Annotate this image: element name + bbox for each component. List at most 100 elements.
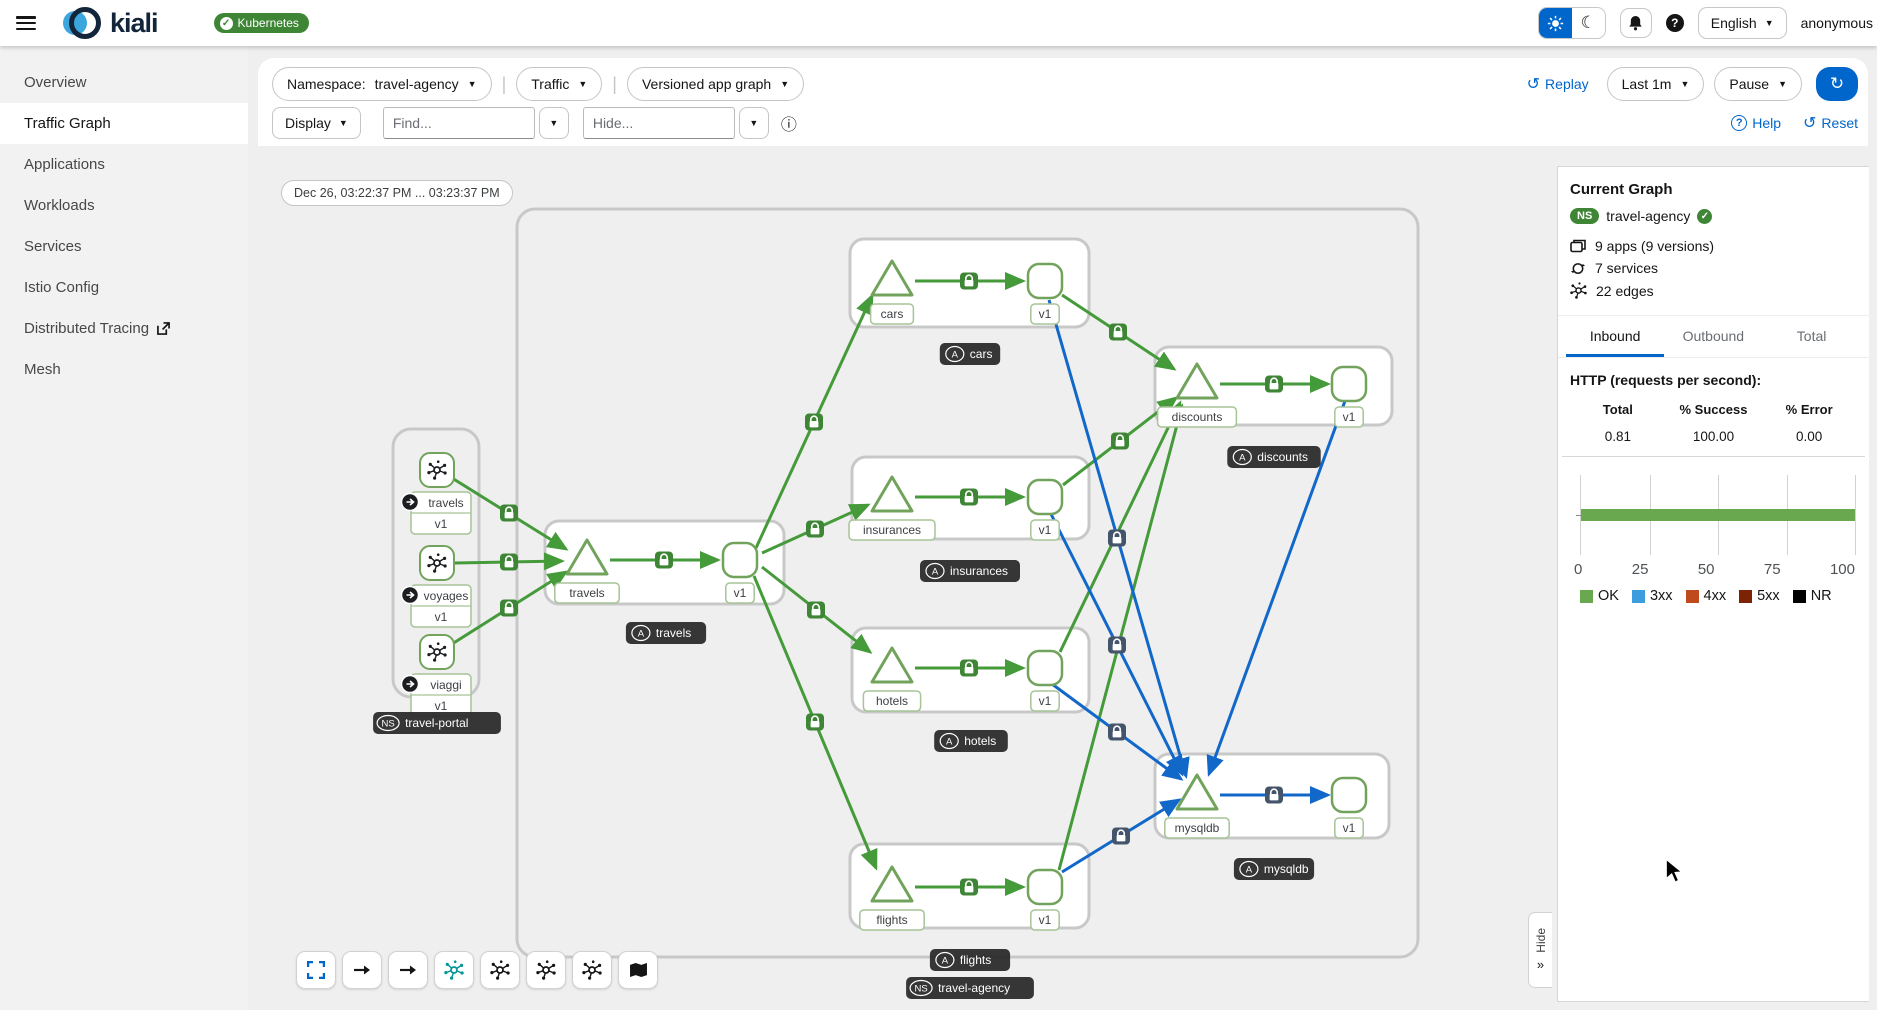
- dark-theme-button[interactable]: ☾: [1572, 8, 1605, 38]
- sidebar-item-traffic-graph[interactable]: Traffic Graph: [0, 103, 248, 144]
- tab-total[interactable]: Total: [1762, 316, 1860, 357]
- find-input[interactable]: [383, 107, 535, 139]
- reset-button[interactable]: ↺ Reset: [1803, 113, 1858, 133]
- display-label: Display: [285, 115, 331, 131]
- help-icon[interactable]: ?: [1666, 14, 1684, 32]
- chevron-down-icon: ▼: [1778, 79, 1787, 89]
- arrow-right-button[interactable]: [388, 951, 428, 989]
- divider: |: [612, 74, 617, 95]
- light-theme-button[interactable]: [1539, 8, 1572, 38]
- divider: |: [502, 74, 507, 95]
- summary-panel: Current Graph NS travel-agency ✓ 9 apps …: [1557, 166, 1869, 1002]
- hide-input[interactable]: [583, 107, 735, 139]
- refresh-icon: ↻: [1830, 74, 1844, 94]
- health-ok-icon: ✓: [1697, 209, 1712, 224]
- reset-icon: ↺: [1803, 113, 1816, 133]
- interval-value: Last 1m: [1622, 76, 1672, 92]
- map-button[interactable]: [618, 951, 658, 989]
- stat-text: 22 edges: [1596, 283, 1654, 299]
- legend-item-ok: OK: [1580, 588, 1619, 604]
- legend-label: 4xx: [1704, 588, 1727, 604]
- sidebar-item-mesh[interactable]: Mesh: [0, 349, 248, 390]
- fit-view-icon: [307, 961, 325, 979]
- find-options-button[interactable]: ▼: [539, 107, 569, 139]
- chevron-down-icon: ▼: [780, 79, 789, 89]
- sidebar-item-label: Applications: [24, 156, 105, 173]
- legend-label: 5xx: [1757, 588, 1780, 604]
- kiali-logo-icon: [60, 5, 104, 41]
- legend-label: NR: [1811, 588, 1832, 604]
- stat-text: 7 services: [1595, 260, 1658, 276]
- display-dropdown[interactable]: Display ▼: [272, 107, 361, 139]
- chevron-down-icon: ▼: [339, 118, 348, 128]
- refresh-mode-dropdown[interactable]: Pause ▼: [1714, 67, 1802, 101]
- fit-view-button[interactable]: [296, 951, 336, 989]
- sidebar-item-label: Distributed Tracing: [24, 320, 149, 337]
- graph-toolbar-card: Namespace: travel-agency ▼ | Traffic ▼ |…: [258, 58, 1868, 146]
- sun-icon: [1547, 15, 1564, 32]
- x-tick-label: 50: [1698, 561, 1715, 578]
- sidebar-item-distributed-tracing[interactable]: Distributed Tracing: [0, 308, 248, 349]
- legend-label: OK: [1598, 588, 1619, 604]
- http-rate-table: Total% Success% Error0.81100.000.00: [1562, 392, 1865, 457]
- graph-layout-button[interactable]: [480, 951, 520, 989]
- reset-label: Reset: [1821, 115, 1858, 131]
- interval-dropdown[interactable]: Last 1m ▼: [1607, 67, 1705, 101]
- edges-icon: [1570, 282, 1587, 299]
- refresh-button[interactable]: ↻: [1816, 67, 1858, 101]
- rate-value: 0.81: [1570, 429, 1666, 444]
- graph-type-dropdown[interactable]: Versioned app graph ▼: [627, 67, 804, 101]
- legend-swatch: [1739, 590, 1752, 603]
- help-label: Help: [1752, 115, 1781, 131]
- graph-help-button[interactable]: ? Help: [1731, 115, 1781, 131]
- info-icon[interactable]: ⓘ: [781, 111, 797, 135]
- check-icon: ✓: [220, 17, 233, 30]
- language-value: English: [1711, 15, 1757, 31]
- status-chart: 0255075100 OK3xx4xx5xxNR: [1558, 457, 1869, 604]
- status-chart-plot: [1580, 475, 1855, 555]
- double-chevron-right-icon: »: [1537, 957, 1544, 972]
- namespace-label: Namespace:: [287, 76, 366, 92]
- rate-col-header: % Success: [1666, 396, 1762, 429]
- graph-layout-button[interactable]: [572, 951, 612, 989]
- hamburger-menu-icon[interactable]: [16, 16, 36, 30]
- hide-options-button[interactable]: ▼: [739, 107, 769, 139]
- hide-panel-tab[interactable]: Hide »: [1528, 912, 1552, 988]
- sidebar-item-applications[interactable]: Applications: [0, 144, 248, 185]
- tab-inbound[interactable]: Inbound: [1566, 316, 1664, 357]
- sidebar: OverviewTraffic Graph Applications Workloa…: [0, 46, 248, 1010]
- tab-outbound[interactable]: Outbound: [1664, 316, 1762, 357]
- language-select[interactable]: English ▼: [1698, 7, 1787, 39]
- traffic-label: Traffic: [531, 76, 569, 92]
- legend-item-nr: NR: [1793, 588, 1832, 604]
- chevron-down-icon: ▼: [578, 79, 587, 89]
- sidebar-item-services[interactable]: Services: [0, 226, 248, 267]
- arrow-right-button[interactable]: [342, 951, 382, 989]
- namespace-dropdown[interactable]: Namespace: travel-agency ▼: [272, 67, 492, 101]
- legend-item-3xx: 3xx: [1632, 588, 1673, 604]
- graph-stats: 9 apps (9 versions) 7 services 22 edges: [1570, 238, 1857, 299]
- sidebar-item-workloads[interactable]: Workloads: [0, 185, 248, 226]
- hide-tab-label: Hide: [1534, 928, 1548, 953]
- kiali-logo: kiali: [60, 5, 158, 41]
- sidebar-item-label: Mesh: [24, 361, 61, 378]
- notifications-button[interactable]: [1620, 8, 1652, 38]
- graph-layout-button[interactable]: [434, 951, 474, 989]
- traffic-dropdown[interactable]: Traffic ▼: [516, 67, 602, 101]
- graph-layout-icon: [582, 960, 602, 980]
- panel-namespace-name: travel-agency: [1606, 208, 1690, 224]
- graph-layout-button[interactable]: [526, 951, 566, 989]
- graph-layout-icon: [536, 960, 556, 980]
- map-icon: [629, 962, 648, 978]
- question-circle-icon: ?: [1731, 115, 1747, 131]
- stat-row: 9 apps (9 versions): [1570, 238, 1857, 254]
- replay-button[interactable]: ↺ Replay: [1527, 74, 1589, 94]
- rate-value: 100.00: [1666, 429, 1762, 444]
- chevron-down-icon: ▼: [549, 118, 558, 128]
- arrow-right-icon: [353, 964, 371, 976]
- sidebar-item-label: Workloads: [24, 197, 95, 214]
- history-icon: ↺: [1527, 74, 1540, 94]
- gridline: [1855, 475, 1856, 555]
- sidebar-item-istio-config[interactable]: Istio Config: [0, 267, 248, 308]
- sidebar-item-overview[interactable]: Overview: [0, 62, 248, 103]
